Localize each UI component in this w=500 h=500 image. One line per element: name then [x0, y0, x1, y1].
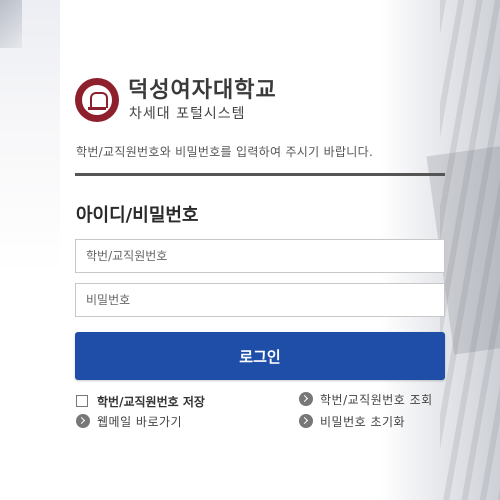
chevron-right-circle-icon — [299, 414, 313, 428]
chevron-right-circle-icon — [76, 414, 90, 428]
login-section-title: 아이디/비밀번호 — [76, 205, 199, 226]
id-input[interactable] — [75, 239, 445, 273]
webmail-link-label[interactable]: 웹메일 바로가기 — [97, 413, 182, 430]
university-seal-icon — [75, 78, 119, 122]
find-id-link[interactable]: 학번/교직원번호 조회 — [299, 390, 433, 408]
system-name: 차세대 포털시스템 — [129, 106, 246, 122]
login-button[interactable]: 로그인 — [75, 332, 445, 380]
save-id-label[interactable]: 학번/교직원번호 저장 — [97, 393, 205, 410]
background-decoration-left — [0, 0, 60, 500]
reset-password-link-label[interactable]: 비밀번호 초기화 — [320, 413, 405, 430]
save-id-checkbox[interactable] — [76, 395, 88, 407]
find-id-link-label[interactable]: 학번/교직원번호 조회 — [320, 391, 433, 408]
reset-password-link[interactable]: 비밀번호 초기화 — [299, 412, 405, 430]
guide-text: 학번/교직원번호와 비밀번호를 입력하여 주시기 바랍니다. — [76, 145, 374, 159]
divider — [75, 173, 445, 176]
chevron-right-circle-icon — [299, 392, 313, 406]
school-name: 덕성여자대학교 — [128, 78, 277, 103]
logo: 덕성여자대학교 차세대 포털시스템 — [75, 78, 455, 124]
password-input[interactable] — [75, 283, 445, 317]
save-id-option[interactable]: 학번/교직원번호 저장 — [76, 392, 205, 410]
webmail-link[interactable]: 웹메일 바로가기 — [76, 412, 182, 430]
